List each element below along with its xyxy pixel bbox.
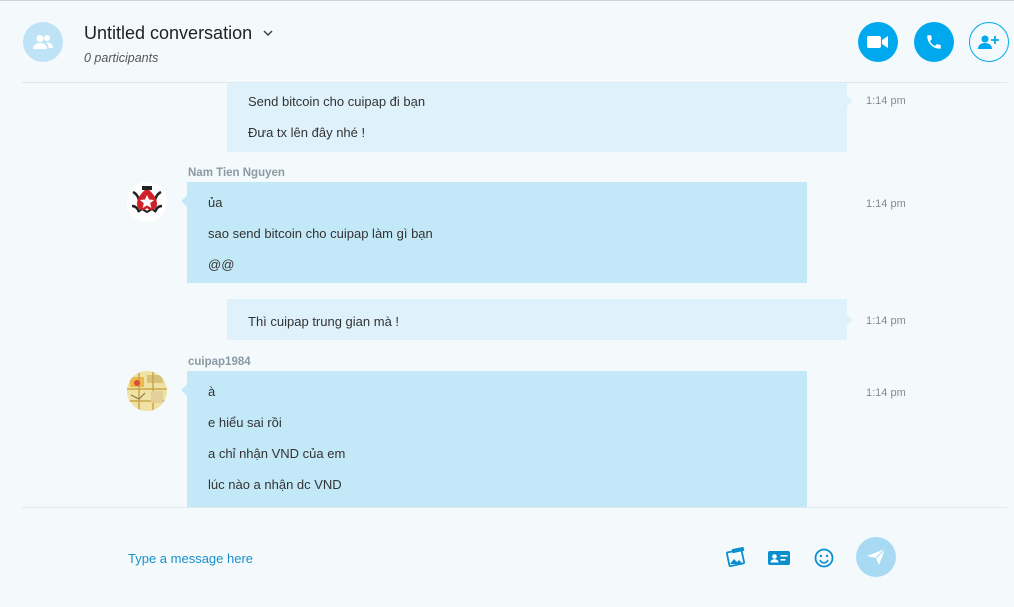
group-icon <box>33 35 53 49</box>
message-line: Send bitcoin cho cuipap đi bạn <box>248 94 426 109</box>
message-timestamp: 1:14 pm <box>866 315 906 327</box>
message-line: a chỉ nhận VND của em <box>208 446 346 461</box>
message-line: e hiểu sai rồi <box>208 415 282 430</box>
message-timestamp: 1:14 pm <box>866 95 906 107</box>
message-input[interactable]: Type a message here <box>128 551 253 566</box>
contact-card-icon <box>768 551 790 565</box>
message-line: @@ <box>208 257 235 272</box>
message-bubble-outgoing[interactable]: Send bitcoin cho cuipap đi bạn Đưa tx lê… <box>227 83 847 152</box>
sender-name: Nam Tien Nguyen <box>188 167 285 179</box>
message-line: sao send bitcoin cho cuipap làm gì bạn <box>208 226 433 241</box>
message-bubble-outgoing[interactable]: Thì cuipap trung gian mà ! <box>227 299 847 340</box>
send-media-button[interactable] <box>723 545 749 571</box>
group-avatar[interactable] <box>23 22 63 62</box>
map-photo-avatar-icon <box>127 371 167 411</box>
conversation-window: Untitled conversation 0 participants Sen… <box>0 0 1014 607</box>
message-line: ủa <box>208 195 223 210</box>
send-button[interactable] <box>856 537 896 577</box>
message-timestamp: 1:14 pm <box>866 198 906 210</box>
message-bubble-incoming[interactable]: à e hiểu sai rồi a chỉ nhận VND của em l… <box>187 371 807 507</box>
phone-icon <box>927 35 941 49</box>
message-line: Đưa tx lên đây nhé ! <box>248 125 366 140</box>
avatar[interactable] <box>127 371 167 411</box>
image-icon <box>725 547 745 568</box>
conversation-title: Untitled conversation <box>84 23 253 43</box>
send-contact-button[interactable] <box>766 545 792 571</box>
composer-divider <box>22 507 1007 508</box>
sender-name: cuipap1984 <box>188 356 251 368</box>
emoji-button[interactable] <box>811 545 837 571</box>
add-person-icon <box>978 35 999 49</box>
message-line: lúc nào a nhận dc VND <box>208 477 342 492</box>
message-timestamp: 1:14 pm <box>866 387 906 399</box>
video-icon <box>867 36 888 48</box>
message-line: à <box>208 384 216 399</box>
poker-logo-avatar-icon <box>127 182 167 222</box>
conversation-title-button[interactable]: Untitled conversation <box>84 23 273 44</box>
chevron-down-icon <box>263 30 273 36</box>
audio-call-button[interactable] <box>914 22 954 62</box>
message-line: Thì cuipap trung gian mà ! <box>248 314 400 329</box>
emoji-icon <box>814 548 834 568</box>
avatar[interactable] <box>127 182 167 222</box>
conversation-header: Untitled conversation 0 participants <box>0 1 1014 82</box>
message-bubble-incoming[interactable]: ủa sao send bitcoin cho cuipap làm gì bạ… <box>187 182 807 283</box>
video-call-button[interactable] <box>858 22 898 62</box>
send-icon <box>867 548 886 565</box>
participants-count: 0 participants <box>84 51 159 65</box>
add-participant-button[interactable] <box>969 22 1009 62</box>
